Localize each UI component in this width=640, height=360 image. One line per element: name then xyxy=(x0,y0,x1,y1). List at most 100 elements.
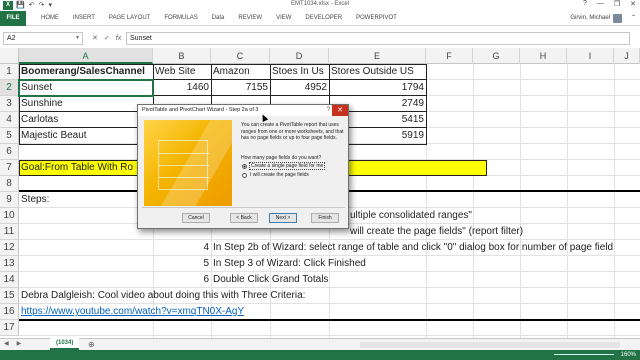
sheet-prev-icon[interactable]: ◀ xyxy=(4,339,9,350)
zoom-level[interactable]: 160% xyxy=(621,350,636,360)
credit-text[interactable]: Debra Dalgleish: Cool video about doing … xyxy=(19,288,419,304)
column-header-i[interactable]: I xyxy=(567,48,614,64)
next-button[interactable]: Next > xyxy=(269,213,297,223)
ribbon-tabs: FILE HOME INSERT PAGE LAYOUT FORMULAS Da… xyxy=(0,11,640,26)
row-header[interactable]: 3 xyxy=(0,96,19,112)
column-header-h[interactable]: H xyxy=(520,48,567,64)
table-cell[interactable]: Sunshine xyxy=(19,96,153,112)
window-title: EMT1034.xlsx - Excel xyxy=(290,1,350,7)
row-header[interactable]: 11 xyxy=(0,224,19,240)
dialog-close-button[interactable]: ✕ xyxy=(332,105,348,116)
radio-create-page-fields[interactable]: I will create the page fields xyxy=(242,171,309,179)
youtube-link[interactable]: https://www.youtube.com/watch?v=xmqTN0X-… xyxy=(19,304,419,320)
row-header[interactable]: 2 xyxy=(0,80,19,96)
tab-view[interactable]: VIEW xyxy=(269,11,298,26)
cancel-button[interactable]: Cancel xyxy=(182,213,210,223)
steps-label[interactable]: Steps: xyxy=(19,192,153,208)
select-all-corner[interactable] xyxy=(0,48,19,64)
table-header-cell[interactable]: Boomerang/SalesChannel xyxy=(19,64,153,80)
horizontal-scrollbar[interactable] xyxy=(360,342,620,348)
sheet-next-icon[interactable]: ▶ xyxy=(17,339,22,350)
tab-home[interactable]: HOME xyxy=(34,11,66,26)
row-header[interactable]: 7 xyxy=(0,160,19,176)
column-header-g[interactable]: G xyxy=(473,48,520,64)
add-sheet-icon[interactable]: ⊕ xyxy=(88,339,95,350)
row-header[interactable]: 12 xyxy=(0,240,19,256)
zoom-slider[interactable] xyxy=(554,354,614,355)
cancel-entry-icon[interactable]: ✕ xyxy=(92,32,98,45)
row-header[interactable]: 17 xyxy=(0,320,19,336)
row-header[interactable]: 8 xyxy=(0,176,19,192)
dialog-help-icon[interactable]: ? xyxy=(327,105,330,116)
column-header-f[interactable]: F xyxy=(426,48,473,64)
table-header-cell[interactable]: Stores Outside US xyxy=(329,64,426,80)
step-number[interactable]: 6 xyxy=(196,272,211,288)
row-header[interactable]: 1 xyxy=(0,64,19,80)
close-window-button[interactable]: ✕ xyxy=(630,0,636,8)
column-header-c[interactable]: C xyxy=(211,48,270,64)
radio-label[interactable]: Create a single page field for me xyxy=(248,162,326,170)
goal-cell[interactable]: Goal:From Table With Ro xyxy=(19,160,153,176)
table-header-cell[interactable]: Amazon xyxy=(211,64,270,80)
column-header-b[interactable]: B xyxy=(153,48,211,64)
row-header[interactable]: 10 xyxy=(0,208,19,224)
finish-button[interactable]: Finish xyxy=(311,213,339,223)
step-text[interactable]: Double Click Grand Totals xyxy=(211,272,511,288)
step-number[interactable]: 4 xyxy=(196,240,211,256)
column-header-d[interactable]: D xyxy=(270,48,329,64)
dialog-question: How many page fields do you want? xyxy=(241,155,322,161)
row-header[interactable]: 6 xyxy=(0,144,19,160)
row-header[interactable]: 9 xyxy=(0,192,19,208)
radio-unselected-icon[interactable] xyxy=(242,172,247,178)
minimize-button[interactable]: — xyxy=(597,0,604,8)
tab-review[interactable]: REVIEW xyxy=(231,11,269,26)
dialog-title[interactable]: PivotTable and PivotChart Wizard - Step … xyxy=(138,105,348,116)
column-header-j[interactable]: J xyxy=(614,48,640,64)
dialog-separator xyxy=(142,207,345,208)
wizard-illustration xyxy=(144,120,232,206)
avatar[interactable] xyxy=(613,14,622,23)
table-cell[interactable]: Carlotas xyxy=(19,112,153,128)
restore-button[interactable]: ❐ xyxy=(614,0,620,8)
tab-powerpivot[interactable]: POWERPIVOT xyxy=(349,11,404,26)
table-cell[interactable]: 1794 xyxy=(329,80,426,96)
row-header[interactable]: 13 xyxy=(0,256,19,272)
collapse-ribbon-icon[interactable]: ⌃ xyxy=(631,11,636,26)
tab-formulas[interactable]: FORMULAS xyxy=(157,11,204,26)
step-number[interactable]: 5 xyxy=(196,256,211,272)
radio-label[interactable]: I will create the page fields xyxy=(250,172,309,178)
user-name[interactable]: Girvin, Michael xyxy=(570,11,610,26)
table-cell[interactable]: 7155 xyxy=(211,80,270,96)
name-box[interactable]: A2 ▼ xyxy=(3,32,83,45)
tab-data[interactable]: Data xyxy=(205,11,232,26)
table-header-cell[interactable]: Stoes In Us xyxy=(270,64,329,80)
radio-single-page-field[interactable]: Create a single page field for me xyxy=(242,162,326,170)
sheet-tab-active[interactable]: (1034) xyxy=(50,338,80,350)
step-text[interactable]: In Step 3 of Wizard: Click Finished xyxy=(211,256,511,272)
help-icon[interactable]: ? xyxy=(583,0,587,8)
table-cell[interactable]: Majestic Beaut xyxy=(19,128,153,144)
column-header-a[interactable]: A xyxy=(19,48,153,64)
step-text[interactable]: ultiple consolidated ranges" xyxy=(348,208,628,224)
column-header-e[interactable]: E xyxy=(329,48,426,64)
table-cell[interactable]: 1460 xyxy=(153,80,211,96)
tab-developer[interactable]: DEVELOPER xyxy=(298,11,349,26)
insert-function-icon[interactable]: fx xyxy=(116,32,121,45)
row-header[interactable]: 15 xyxy=(0,288,19,304)
table-cell[interactable]: 4952 xyxy=(270,80,329,96)
step-text[interactable]: In Step 2b of Wizard: select range of ta… xyxy=(211,240,640,256)
row-header[interactable]: 14 xyxy=(0,272,19,288)
row-header[interactable]: 4 xyxy=(0,112,19,128)
chevron-down-icon[interactable]: ▼ xyxy=(75,33,80,44)
back-button[interactable]: < Back xyxy=(230,213,258,223)
row-header[interactable]: 5 xyxy=(0,128,19,144)
tab-insert[interactable]: INSERT xyxy=(66,11,102,26)
tab-file[interactable]: FILE xyxy=(0,11,26,26)
radio-selected-icon[interactable] xyxy=(242,163,247,169)
table-header-cell[interactable]: Web Site xyxy=(153,64,211,80)
tab-page-layout[interactable]: PAGE LAYOUT xyxy=(102,11,157,26)
formula-input[interactable]: Sunset xyxy=(126,32,630,45)
enter-entry-icon[interactable]: ✓ xyxy=(104,32,110,45)
row-header[interactable]: 16 xyxy=(0,304,19,320)
step-text[interactable]: will create the page fields" (report fil… xyxy=(348,224,628,240)
